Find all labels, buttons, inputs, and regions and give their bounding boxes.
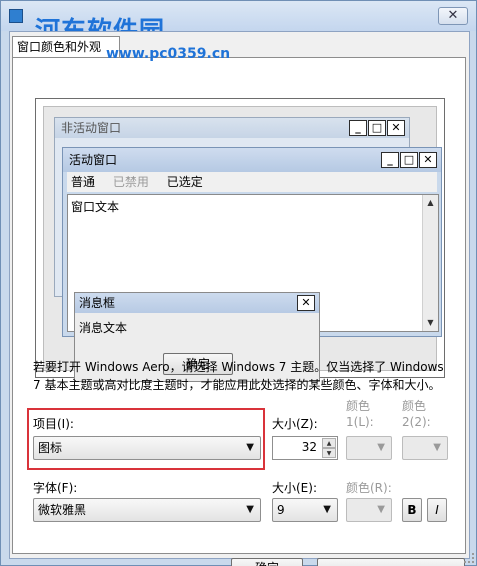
ok-button[interactable]: 确定 bbox=[231, 558, 303, 566]
cancel-button[interactable] bbox=[317, 558, 465, 566]
font-size-label: 大小(E): bbox=[272, 481, 317, 495]
item-size-value: 32 bbox=[301, 440, 317, 454]
item-select-value: 图标 bbox=[38, 441, 63, 455]
color2-label: 颜色 2(2): bbox=[402, 399, 431, 429]
close-button[interactable]: ✕ bbox=[438, 7, 468, 25]
minimize-icon[interactable]: _ bbox=[381, 152, 399, 168]
preview-desktop[interactable]: 非活动窗口 _ □ ✕ 活动窗口 _ □ ✕ 普通 已禁用 已选定 窗口文本 ▲… bbox=[43, 106, 442, 382]
chevron-down-icon: ▼ bbox=[323, 504, 331, 515]
maximize-icon[interactable]: □ bbox=[400, 152, 418, 168]
title-bar: 河东软件园 ✕ bbox=[1, 1, 476, 45]
message-text: 消息文本 bbox=[79, 321, 128, 335]
menu-item-normal[interactable]: 普通 bbox=[71, 175, 95, 189]
item-select[interactable]: 图标 ▼ bbox=[33, 436, 261, 460]
window-text: 窗口文本 bbox=[71, 200, 120, 214]
font-select[interactable]: 微软雅黑 ▼ bbox=[33, 498, 261, 522]
app-icon bbox=[9, 9, 23, 23]
minimize-icon[interactable]: _ bbox=[349, 120, 367, 136]
color2-picker[interactable]: ▼ bbox=[402, 436, 448, 460]
menu-item-disabled[interactable]: 已禁用 bbox=[113, 175, 149, 189]
scroll-up-icon[interactable]: ▲ bbox=[423, 195, 438, 211]
font-select-value: 微软雅黑 bbox=[38, 503, 87, 517]
preview-menu-bar: 普通 已禁用 已选定 bbox=[67, 172, 437, 192]
font-label: 字体(F): bbox=[33, 481, 78, 495]
font-size-select[interactable]: 9 ▼ bbox=[272, 498, 338, 522]
color1-label: 颜色 1(L): bbox=[346, 399, 374, 429]
chevron-down-icon: ▼ bbox=[246, 442, 254, 453]
item-label: 项目(I): bbox=[33, 417, 74, 431]
close-icon[interactable]: ✕ bbox=[419, 152, 437, 168]
font-size-value: 9 bbox=[277, 503, 285, 517]
active-caption-buttons: _ □ ✕ bbox=[380, 152, 437, 168]
spin-up-icon[interactable]: ▲ bbox=[322, 438, 336, 448]
appearance-preview: 非活动窗口 _ □ ✕ 活动窗口 _ □ ✕ 普通 已禁用 已选定 窗口文本 ▲… bbox=[35, 98, 445, 382]
spin-down-icon[interactable]: ▼ bbox=[322, 448, 336, 458]
chevron-down-icon: ▼ bbox=[246, 504, 254, 515]
dialog-client: 窗口颜色和外观 非活动窗口 _ □ ✕ 活动窗口 _ □ ✕ 普通 已禁用 已选… bbox=[9, 31, 470, 566]
item-size-label: 大小(Z): bbox=[272, 417, 318, 431]
chevron-down-icon: ▼ bbox=[377, 442, 385, 453]
item-size-stepper[interactable]: 32 ▲ ▼ bbox=[272, 436, 338, 460]
appearance-dialog: 河东软件园 ✕ 窗口颜色和外观 非活动窗口 _ □ ✕ 活动窗口 bbox=[0, 0, 477, 566]
bold-button[interactable]: B bbox=[402, 498, 422, 522]
color1-picker[interactable]: ▼ bbox=[346, 436, 392, 460]
close-icon[interactable]: ✕ bbox=[387, 120, 405, 136]
font-color-picker[interactable]: ▼ bbox=[346, 498, 392, 522]
close-icon[interactable]: ✕ bbox=[297, 295, 315, 311]
aero-description: 若要打开 Windows Aero，请选择 Windows 7 主题。仅当选择了… bbox=[33, 360, 444, 392]
italic-button[interactable]: I bbox=[427, 498, 447, 522]
message-box-title[interactable]: 消息框 bbox=[75, 293, 319, 313]
chevron-down-icon: ▼ bbox=[377, 504, 385, 515]
inactive-caption-buttons: _ □ ✕ bbox=[348, 120, 405, 136]
tab-panel: 非活动窗口 _ □ ✕ 活动窗口 _ □ ✕ 普通 已禁用 已选定 窗口文本 ▲… bbox=[12, 57, 466, 566]
menu-item-selected[interactable]: 已选定 bbox=[167, 175, 203, 189]
tab-window-color-appearance[interactable]: 窗口颜色和外观 bbox=[12, 36, 120, 58]
resize-grip-icon[interactable] bbox=[464, 553, 474, 563]
font-color-label: 颜色(R): bbox=[346, 481, 392, 495]
scroll-down-icon[interactable]: ▼ bbox=[423, 315, 438, 331]
preview-scrollbar[interactable]: ▲ ▼ bbox=[422, 195, 438, 331]
watermark-url: www.pc0359.cn bbox=[106, 46, 231, 62]
chevron-down-icon: ▼ bbox=[433, 442, 441, 453]
maximize-icon[interactable]: □ bbox=[368, 120, 386, 136]
